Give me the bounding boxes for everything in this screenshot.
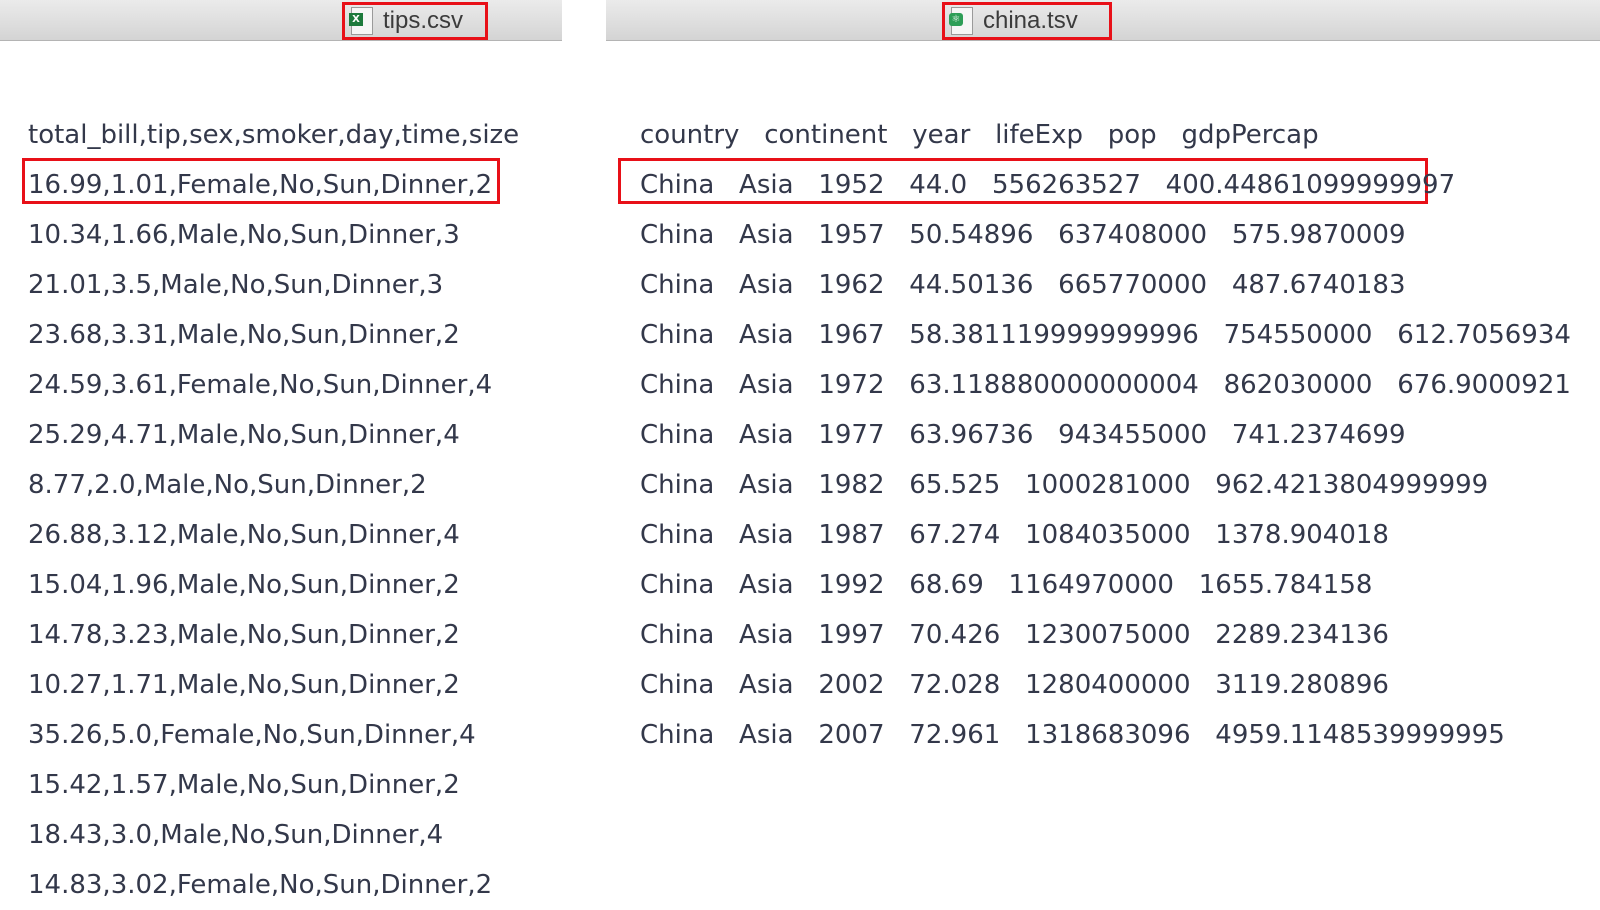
data-line: China Asia 1982 65.525 1000281000 962.42… <box>640 470 1489 500</box>
filename-label: china.tsv <box>983 7 1078 34</box>
data-line: 26.88,3.12,Male,No,Sun,Dinner,4 <box>28 520 460 550</box>
data-line: China Asia 1977 63.96736 943455000 741.2… <box>640 420 1406 450</box>
data-line: 10.27,1.71,Male,No,Sun,Dinner,2 <box>28 670 460 700</box>
data-line: 15.04,1.96,Male,No,Sun,Dinner,2 <box>28 570 460 600</box>
data-line: China Asia 1987 67.274 1084035000 1378.9… <box>640 520 1389 550</box>
header-line: country continent year lifeExp pop gdpPe… <box>640 120 1319 150</box>
title-bar[interactable]: ⚛ china.tsv <box>606 0 1600 41</box>
data-line: 23.68,3.31,Male,No,Sun,Dinner,2 <box>28 320 460 350</box>
data-line: China Asia 1952 44.0 556263527 400.44861… <box>640 170 1456 200</box>
data-line: 35.26,5.0,Female,No,Sun,Dinner,4 <box>28 720 476 750</box>
data-line: 15.42,1.57,Male,No,Sun,Dinner,2 <box>28 770 460 800</box>
filename-tab[interactable]: ⚛ china.tsv <box>942 2 1112 40</box>
title-bar[interactable]: X tips.csv <box>0 0 562 41</box>
data-line: China Asia 1962 44.50136 665770000 487.6… <box>640 270 1406 300</box>
china-tsv-pane: ⚛ china.tsv country continent year lifeE… <box>606 0 1600 910</box>
data-line: China Asia 1972 63.118880000000004 86203… <box>640 370 1571 400</box>
data-line: 8.77,2.0,Male,No,Sun,Dinner,2 <box>28 470 427 500</box>
data-line: China Asia 2007 72.961 1318683096 4959.1… <box>640 720 1505 750</box>
filename-tab[interactable]: X tips.csv <box>342 2 488 40</box>
data-line: 24.59,3.61,Female,No,Sun,Dinner,4 <box>28 370 493 400</box>
data-line: 14.83,3.02,Female,No,Sun,Dinner,2 <box>28 870 493 900</box>
header-line: total_bill,tip,sex,smoker,day,time,size <box>28 120 520 150</box>
data-line: China Asia 1992 68.69 1164970000 1655.78… <box>640 570 1373 600</box>
data-line: 16.99,1.01,Female,No,Sun,Dinner,2 <box>28 170 493 200</box>
filename-label: tips.csv <box>383 7 464 34</box>
data-line: China Asia 2002 72.028 1280400000 3119.2… <box>640 670 1389 700</box>
file-content[interactable]: total_bill,tip,sex,smoker,day,time,size 1… <box>0 110 519 910</box>
excel-file-icon: X <box>349 7 373 35</box>
file-content[interactable]: country continent year lifeExp pop gdpPe… <box>606 110 1571 760</box>
data-line: 18.43,3.0,Male,No,Sun,Dinner,4 <box>28 820 444 850</box>
data-line: 14.78,3.23,Male,No,Sun,Dinner,2 <box>28 620 460 650</box>
data-line: 10.34,1.66,Male,No,Sun,Dinner,3 <box>28 220 460 250</box>
atom-file-icon: ⚛ <box>949 7 973 35</box>
tips-csv-pane: X tips.csv total_bill,tip,sex,smoker,day… <box>0 0 562 910</box>
data-line: 25.29,4.71,Male,No,Sun,Dinner,4 <box>28 420 460 450</box>
data-line: China Asia 1967 58.381119999999996 75455… <box>640 320 1571 350</box>
data-line: China Asia 1957 50.54896 637408000 575.9… <box>640 220 1406 250</box>
data-line: China Asia 1997 70.426 1230075000 2289.2… <box>640 620 1389 650</box>
data-line: 21.01,3.5,Male,No,Sun,Dinner,3 <box>28 270 444 300</box>
